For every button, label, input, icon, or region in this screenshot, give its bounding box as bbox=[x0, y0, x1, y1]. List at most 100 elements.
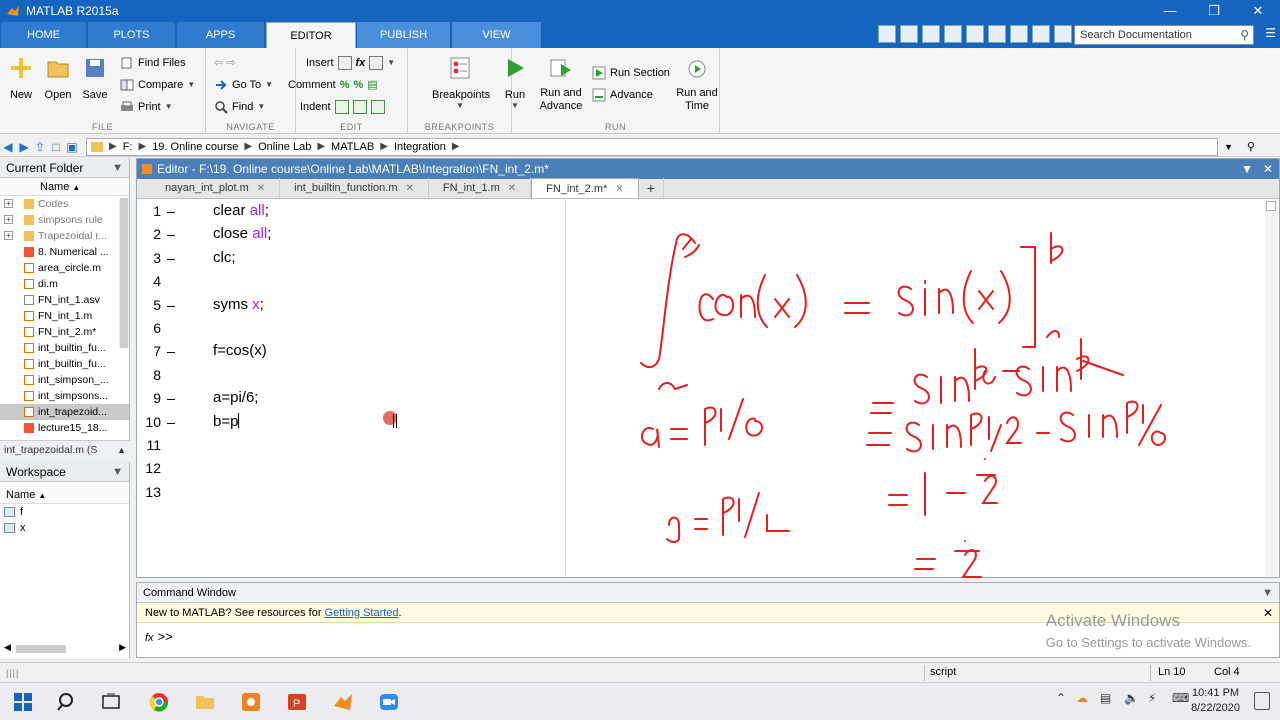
tab-apps[interactable]: APPS bbox=[177, 22, 265, 48]
open-button[interactable]: Open bbox=[39, 56, 77, 101]
breakpoint-marker[interactable] bbox=[167, 305, 175, 307]
goto-button[interactable]: Go To ▼ bbox=[214, 76, 273, 94]
list-item[interactable]: di.m bbox=[0, 276, 129, 292]
tab-view[interactable]: VIEW bbox=[452, 22, 542, 48]
taskbar-clock[interactable]: 10:41 PM 8/22/2020 bbox=[1191, 686, 1240, 716]
breakpoint-marker[interactable] bbox=[167, 212, 175, 213]
back-forward-buttons[interactable]: ⇦ ⇨ bbox=[214, 54, 236, 72]
tab-int-builtin-function[interactable]: int_builtin_function.m ✕ bbox=[280, 178, 429, 198]
breakpoint-marker[interactable] bbox=[167, 235, 175, 237]
qa-help-icon[interactable] bbox=[1054, 25, 1072, 43]
advance-button[interactable]: Advance bbox=[592, 86, 653, 104]
tab-editor[interactable]: EDITOR bbox=[266, 22, 356, 48]
new-tab-button[interactable]: + bbox=[639, 178, 664, 198]
getting-started-link[interactable]: Getting Started bbox=[325, 607, 399, 619]
restore-button[interactable]: ❐ bbox=[1192, 0, 1236, 22]
print-button[interactable]: Print ▼ bbox=[120, 98, 173, 116]
qa-switch-windows-icon[interactable] bbox=[1032, 25, 1050, 43]
list-item[interactable]: FN_int_1.m bbox=[0, 308, 129, 324]
indent-button[interactable]: Indent bbox=[300, 98, 385, 116]
minimize-button[interactable]: — bbox=[1148, 0, 1192, 22]
code-line[interactable]: clear all; bbox=[213, 202, 269, 219]
list-item[interactable]: + simpsons rule bbox=[0, 212, 129, 228]
folder-scrollbar[interactable] bbox=[119, 198, 129, 348]
tab-fn-int-2[interactable]: FN_int_2.m* ✕ bbox=[531, 178, 639, 198]
workspace-scroll-thumb[interactable] bbox=[16, 645, 66, 653]
breakpoint-marker[interactable] bbox=[167, 422, 175, 424]
code-line[interactable]: syms x; bbox=[213, 296, 264, 313]
search-icon[interactable]: ⚲ bbox=[1240, 28, 1249, 42]
panel-actions-icon[interactable]: ▼ bbox=[112, 462, 123, 482]
find-button[interactable]: Find ▼ bbox=[214, 98, 265, 116]
compare-button[interactable]: Compare ▼ bbox=[120, 76, 195, 94]
back-arrow-icon[interactable]: ◀ bbox=[0, 140, 16, 154]
powerpoint-icon[interactable]: P bbox=[286, 691, 308, 713]
address-search-icon[interactable]: ⚲ bbox=[1247, 140, 1255, 153]
close-tab-icon[interactable]: ✕ bbox=[508, 183, 516, 194]
run-section-button[interactable]: Run Section bbox=[592, 64, 670, 82]
qa-paste-icon[interactable] bbox=[966, 25, 984, 43]
code-line[interactable]: f=cos(x) bbox=[213, 342, 267, 359]
run-and-time-button[interactable]: Run and Time bbox=[676, 56, 718, 113]
save-button[interactable]: Save bbox=[76, 56, 114, 101]
tab-home[interactable]: HOME bbox=[1, 22, 87, 48]
windows-start-icon[interactable] bbox=[12, 691, 34, 713]
notification-center-icon[interactable] bbox=[1254, 692, 1270, 710]
expand-icon[interactable]: + bbox=[4, 231, 13, 240]
folder-column-header[interactable]: Name ▲ bbox=[0, 178, 129, 196]
insert-button[interactable]: Insert fx ▼ bbox=[306, 54, 395, 72]
expand-icon[interactable]: + bbox=[4, 215, 13, 224]
comment-button[interactable]: Comment % % ▤ bbox=[288, 76, 378, 94]
list-item[interactable]: + Codes bbox=[0, 196, 129, 212]
panel-actions-icon[interactable]: ▼ bbox=[112, 158, 123, 178]
tray-ime-icon[interactable]: ⌨ bbox=[1172, 691, 1189, 705]
qa-undo-icon[interactable] bbox=[988, 25, 1006, 43]
crumb-drive[interactable]: F: bbox=[123, 141, 133, 153]
list-item[interactable]: int_builtin_fu... bbox=[0, 340, 129, 356]
crumb-online-lab[interactable]: Online Lab bbox=[258, 141, 311, 153]
workspace-variable[interactable]: x bbox=[0, 520, 129, 536]
zoom-icon[interactable] bbox=[378, 691, 400, 713]
editor-scrollbar[interactable] bbox=[1265, 201, 1277, 577]
code-line[interactable]: clc; bbox=[213, 249, 236, 266]
breakpoint-marker[interactable] bbox=[167, 258, 175, 260]
run-button[interactable]: Run ▼ bbox=[496, 56, 534, 110]
tab-plots[interactable]: PLOTS bbox=[88, 22, 176, 48]
list-item[interactable]: FN_int_1.asv bbox=[0, 292, 129, 308]
list-item[interactable]: FN_int_2.m* bbox=[0, 324, 129, 340]
panel-actions-icon[interactable]: ▼ bbox=[1262, 583, 1273, 603]
workspace-column-header[interactable]: Name ▲ bbox=[0, 486, 129, 504]
list-item[interactable]: + Trapezoidal r... bbox=[0, 228, 129, 244]
code-line[interactable]: close all; bbox=[213, 225, 271, 242]
list-item[interactable]: area_circle.m bbox=[0, 260, 129, 276]
crumb-integration[interactable]: Integration bbox=[394, 141, 446, 153]
folder-scroll-thumb[interactable] bbox=[120, 198, 128, 348]
list-item[interactable]: int_simpson_... bbox=[0, 372, 129, 388]
close-tab-icon[interactable]: ✕ bbox=[406, 183, 414, 194]
up-folder-icon[interactable]: ⇧ bbox=[32, 140, 48, 154]
qa-copy-icon[interactable] bbox=[944, 25, 962, 43]
close-tab-icon[interactable]: ✕ bbox=[257, 183, 265, 194]
crumb-online-course[interactable]: 19. Online course bbox=[152, 141, 238, 153]
tab-fn-int-1[interactable]: FN_int_1.m ✕ bbox=[429, 178, 532, 198]
workspace-hscrollbar[interactable]: ◀ ▶ bbox=[4, 642, 126, 654]
matlab-taskbar-icon[interactable] bbox=[332, 691, 354, 713]
editor-actions-icons[interactable]: ▼ ✕ bbox=[1241, 159, 1273, 179]
qa-save-icon[interactable] bbox=[900, 25, 918, 43]
tray-network-icon[interactable]: ▤ bbox=[1100, 691, 1111, 705]
split-screen-icon[interactable] bbox=[1266, 201, 1276, 211]
breadcrumb[interactable]: ▶ F: ▶ 19. Online course ▶ Online Lab ▶ … bbox=[86, 137, 1218, 156]
qa-layout-icon[interactable] bbox=[878, 25, 896, 43]
find-files-button[interactable]: Find Files bbox=[120, 54, 186, 72]
tray-power-icon[interactable]: ⚡ bbox=[1148, 691, 1156, 705]
home-folder-icon[interactable]: □ bbox=[48, 140, 64, 154]
address-dropdown-icon[interactable]: ▼ bbox=[1224, 142, 1233, 152]
tab-publish[interactable]: PUBLISH bbox=[357, 22, 451, 48]
details-expand-icon[interactable]: ▲ bbox=[117, 441, 126, 459]
expand-ribbon-icon[interactable]: ☰ bbox=[1265, 26, 1276, 40]
tray-cloud-icon[interactable]: ☁ bbox=[1076, 691, 1088, 705]
forward-arrow-icon[interactable]: ▶ bbox=[16, 140, 32, 154]
scroll-left-icon[interactable]: ◀ bbox=[4, 642, 11, 653]
run-and-advance-button[interactable]: Run and Advance bbox=[538, 56, 584, 113]
file-explorer-icon[interactable] bbox=[194, 691, 216, 713]
